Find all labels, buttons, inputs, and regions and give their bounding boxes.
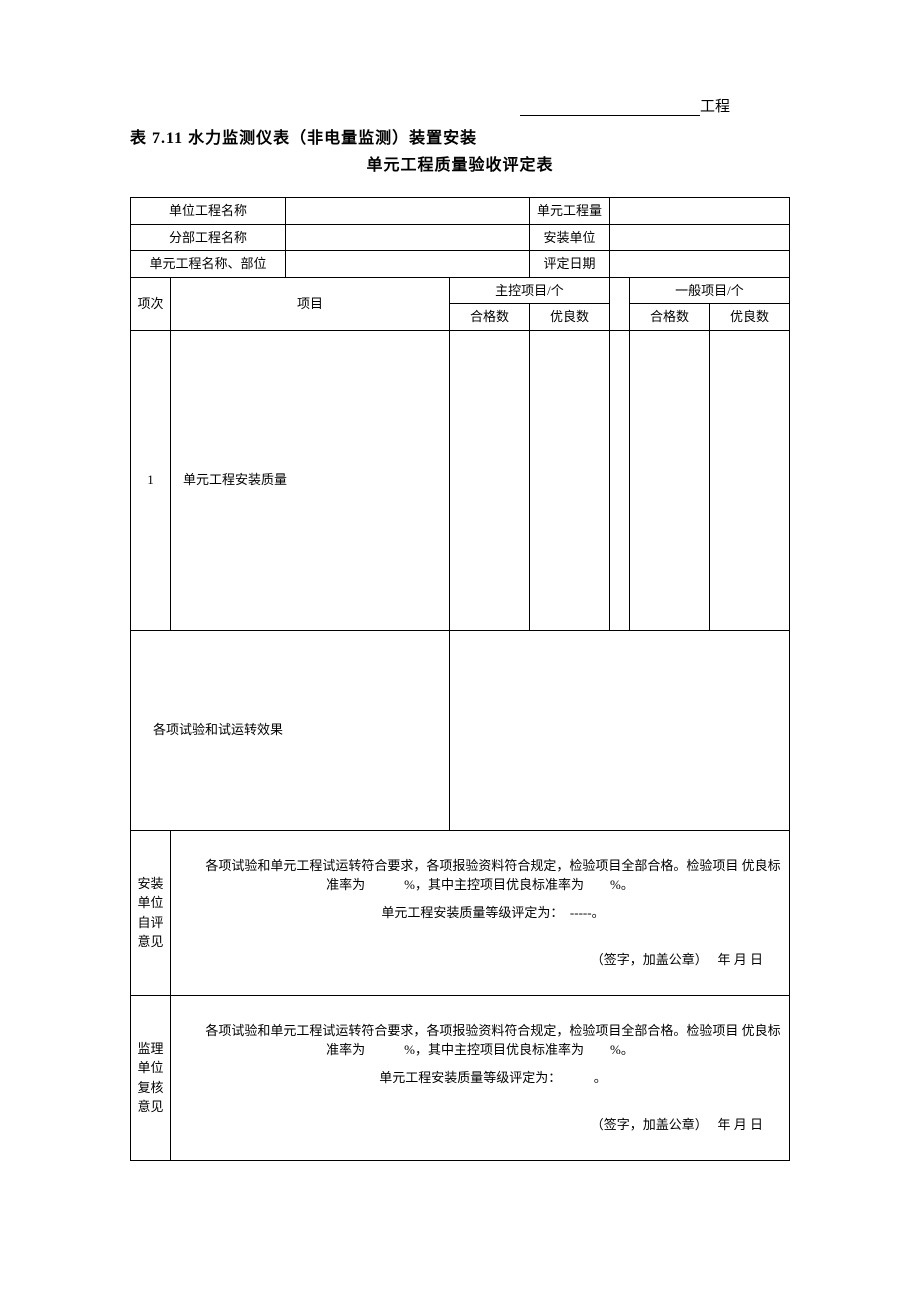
- eval-date-value: [609, 251, 789, 278]
- title-text1: 水力监测仪表（非电量监测）装置安装: [188, 130, 477, 147]
- unit-quantity-value: [609, 198, 789, 225]
- header-row-1: 项次 项目 主控项目/个 一般项目/个: [131, 277, 790, 304]
- main-table: 单位工程名称 单元工程量 分部工程名称 安装单位 单元工程名称、部位 评定日期 …: [130, 197, 790, 1161]
- trial-value: [449, 630, 789, 830]
- install-unit-label: 安装单位: [529, 224, 609, 251]
- hdr-seq: 项次: [131, 277, 171, 330]
- trial-row: 各项试验和试运转效果: [131, 630, 790, 830]
- install-opinion-label: 安装单位自评意见: [131, 830, 171, 995]
- install-opinion-row: 安装单位自评意见 各项试验和单元工程试运转符合要求，各项报验资料符合规定，检验项…: [131, 830, 790, 995]
- item-1: 单元工程安装质量: [171, 330, 450, 630]
- title-prefix: 表 7.11: [130, 130, 183, 147]
- info-row-3: 单元工程名称、部位 评定日期: [131, 251, 790, 278]
- install-sig: （签字，加盖公章） 年 月 日: [173, 950, 787, 970]
- division-name-label: 分部工程名称: [131, 224, 286, 251]
- trial-label: 各项试验和试运转效果: [131, 630, 450, 830]
- info-row-2: 分部工程名称 安装单位: [131, 224, 790, 251]
- gen-qualified-1: [629, 330, 709, 630]
- hdr-gen-qualified: 合格数: [629, 304, 709, 331]
- hdr-general: 一般项目/个: [629, 277, 789, 304]
- seq-1: 1: [131, 330, 171, 630]
- hdr-main-excellent: 优良数: [529, 304, 609, 331]
- install-p1: 各项试验和单元工程试运转符合要求，各项报验资料符合规定，检验项目全部合格。检验项…: [173, 856, 787, 895]
- install-opinion-body: 各项试验和单元工程试运转符合要求，各项报验资料符合规定，检验项目全部合格。检验项…: [171, 830, 790, 995]
- supervise-opinion-label: 监理单位复核意见: [131, 995, 171, 1160]
- main-excellent-1: [529, 330, 609, 630]
- unit-part-value: [286, 251, 530, 278]
- data-row-1: 1 单元工程安装质量: [131, 330, 790, 630]
- title-line2: 单元工程质量验收评定表: [130, 151, 790, 175]
- page-container: 工程 表 7.11 水力监测仪表（非电量监测）装置安装 单元工程质量验收评定表 …: [0, 0, 920, 1221]
- gen-excellent-1: [709, 330, 789, 630]
- title-block: 表 7.11 水力监测仪表（非电量监测）装置安装 单元工程质量验收评定表: [130, 124, 790, 175]
- supervise-sig: （签字，加盖公章） 年 月 日: [173, 1115, 787, 1135]
- supervise-opinion-row: 监理单位复核意见 各项试验和单元工程试运转符合要求，各项报验资料符合规定，检验项…: [131, 995, 790, 1160]
- hdr-main-qualified: 合格数: [449, 304, 529, 331]
- unit-project-name-value: [286, 198, 530, 225]
- hdr-spacer: [609, 277, 629, 330]
- hdr-item: 项目: [171, 277, 450, 330]
- project-line: 工程: [130, 95, 790, 116]
- supervise-p1: 各项试验和单元工程试运转符合要求，各项报验资料符合规定，检验项目全部合格。检验项…: [173, 1021, 787, 1060]
- install-p2: 单元工程安装质量等级评定为： -----。: [173, 903, 787, 923]
- project-suffix: 工程: [700, 99, 730, 115]
- install-unit-value: [609, 224, 789, 251]
- unit-project-name-label: 单位工程名称: [131, 198, 286, 225]
- hdr-main: 主控项目/个: [449, 277, 609, 304]
- info-row-1: 单位工程名称 单元工程量: [131, 198, 790, 225]
- unit-quantity-label: 单元工程量: [529, 198, 609, 225]
- main-qualified-1: [449, 330, 529, 630]
- division-name-value: [286, 224, 530, 251]
- unit-part-label: 单元工程名称、部位: [131, 251, 286, 278]
- eval-date-label: 评定日期: [529, 251, 609, 278]
- title-line1: 表 7.11 水力监测仪表（非电量监测）装置安装: [130, 124, 790, 148]
- spacer-1: [609, 330, 629, 630]
- hdr-gen-excellent: 优良数: [709, 304, 789, 331]
- project-blank: [520, 100, 700, 116]
- supervise-opinion-body: 各项试验和单元工程试运转符合要求，各项报验资料符合规定，检验项目全部合格。检验项…: [171, 995, 790, 1160]
- supervise-p2: 单元工程安装质量等级评定为： 。: [173, 1068, 787, 1088]
